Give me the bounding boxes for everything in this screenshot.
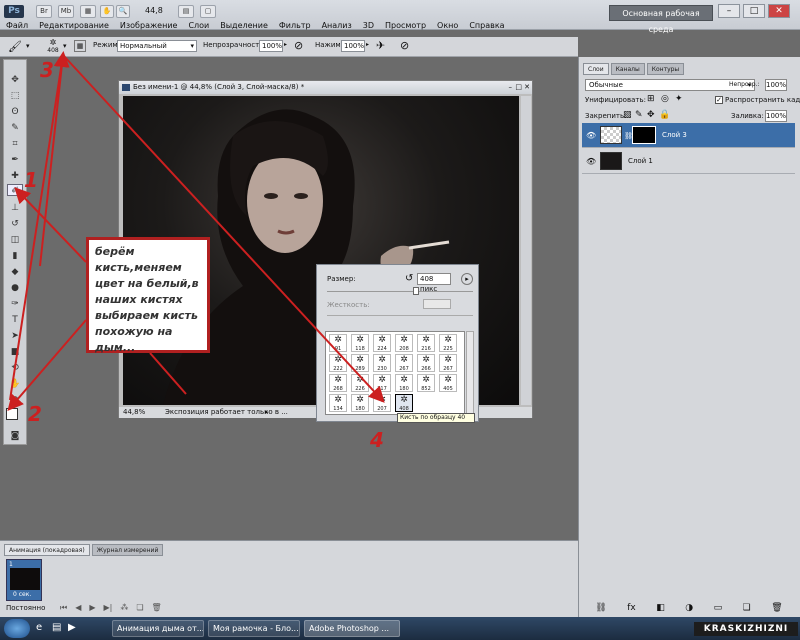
layer-style-icon[interactable]: fx: [627, 603, 636, 615]
arrow-to-brush-tool: [14, 187, 87, 263]
media-quicklaunch-icon[interactable]: ▶: [68, 622, 76, 633]
layer-thumbnail: [600, 152, 622, 170]
unify-position-icon[interactable]: ⊞: [647, 94, 655, 104]
blend-mode-value: Обычные: [589, 81, 623, 89]
frame-delay[interactable]: 0 сек.: [13, 591, 31, 598]
lock-position-icon[interactable]: ✥: [647, 110, 655, 120]
adjustment-layer-icon[interactable]: ◑: [685, 603, 693, 615]
propagate-checkbox[interactable]: ✓: [715, 96, 723, 104]
arrow-to-color-swatch: [7, 319, 87, 412]
delete-layer-icon[interactable]: 🗑: [771, 603, 782, 615]
tween-icon[interactable]: ⁂: [120, 603, 128, 613]
visibility-eye-icon[interactable]: 👁: [586, 157, 596, 166]
taskbar-item-blog[interactable]: Моя рамочка - Бло...: [208, 620, 300, 637]
new-group-icon[interactable]: ▭: [714, 603, 723, 615]
tab-measurement-log[interactable]: Журнал измерений: [91, 544, 164, 556]
visibility-eye-icon[interactable]: 👁: [586, 131, 596, 140]
layers-bottom-toolbar: ⛓ fx ◧ ◑ ▭ ❏ 🗑: [585, 603, 793, 615]
new-layer-icon[interactable]: ❏: [743, 603, 751, 615]
tab-paths[interactable]: Контуры: [646, 63, 685, 75]
layer-row[interactable]: 👁 Слой 1: [582, 149, 795, 174]
play-icon[interactable]: ▶: [89, 603, 95, 613]
unify-style-icon[interactable]: ✦: [675, 94, 683, 104]
animation-frame[interactable]: 1 0 сек.: [6, 559, 42, 601]
duplicate-frame-icon[interactable]: ❏: [136, 603, 143, 613]
unify-label: Унифицировать:: [585, 96, 646, 104]
layer-opacity-label: Непрозр.:: [729, 81, 760, 88]
layer-mask-thumbnail[interactable]: [632, 126, 656, 144]
arrow-swatch-to-top: [9, 54, 64, 401]
frame-number: 1: [9, 561, 13, 568]
tab-animation[interactable]: Анимация (покадровая): [4, 544, 90, 556]
layer-row-selected[interactable]: 👁 ⛓ Слой 3: [582, 123, 795, 148]
annotation-number-3: 3: [40, 58, 54, 82]
unify-visibility-icon[interactable]: ◎: [661, 94, 669, 104]
frame-thumbnail: [10, 568, 40, 590]
callout-pointer-line: [149, 352, 187, 395]
lock-all-icon[interactable]: 🔒: [659, 110, 670, 120]
lock-image-icon[interactable]: ✎: [635, 110, 643, 120]
previous-frame-icon[interactable]: ◀: [75, 603, 81, 613]
next-frame-icon[interactable]: ▶|: [104, 603, 113, 613]
tutorial-callout: берём кисть,меняем цвет на белый,в наших…: [86, 237, 210, 354]
layer-opacity-input[interactable]: 100%: [765, 79, 787, 91]
tab-layers[interactable]: Слои: [583, 63, 609, 75]
animation-panel-tabs: Анимация (покадровая) Журнал измерений: [4, 544, 164, 556]
folder-quicklaunch-icon[interactable]: ▤: [52, 622, 61, 633]
propagate-label: Распространить кадр 1: [725, 96, 800, 104]
loop-select[interactable]: Постоянно: [6, 604, 45, 612]
windows-taskbar: e ▤ ▶ Анимация дыма от... Моя рамочка - …: [0, 617, 800, 640]
animation-panel: Анимация (покадровая) Журнал измерений 1…: [0, 540, 578, 617]
annotation-number-4: 4: [370, 428, 384, 452]
site-watermark: KRASKIZHIZNI: [694, 622, 798, 636]
first-frame-icon[interactable]: ⏮: [60, 603, 67, 613]
fill-input[interactable]: 100%: [765, 110, 787, 122]
ie-quicklaunch-icon[interactable]: e: [36, 622, 42, 633]
panel-tabs: Слои Каналы Контуры: [583, 63, 685, 75]
lock-label: Закрепить:: [585, 112, 627, 120]
lock-transparency-icon[interactable]: ▧: [623, 110, 632, 120]
add-mask-icon[interactable]: ◧: [656, 603, 665, 615]
animation-controls: ⏮ ◀ ▶ ▶| ⁂ ❏ 🗑: [60, 603, 162, 613]
layers-panel: Слои Каналы Контуры Обычные ▾ Непрозр.: …: [578, 57, 800, 617]
fill-label: Заливка:: [731, 112, 764, 120]
annotation-number-2: 2: [28, 402, 42, 426]
taskbar-item-opera[interactable]: Анимация дыма от...: [112, 620, 204, 637]
layer-name: Слой 1: [628, 157, 653, 165]
tab-channels[interactable]: Каналы: [610, 63, 645, 75]
start-button-icon[interactable]: [4, 619, 30, 638]
delete-frame-icon[interactable]: 🗑: [152, 603, 162, 613]
layer-name: Слой 3: [662, 131, 687, 139]
link-layers-icon[interactable]: ⛓: [595, 603, 606, 615]
taskbar-item-photoshop[interactable]: Adobe Photoshop ...: [304, 620, 400, 637]
annotation-number-1: 1: [24, 168, 38, 192]
layer-thumbnail: [600, 126, 622, 144]
